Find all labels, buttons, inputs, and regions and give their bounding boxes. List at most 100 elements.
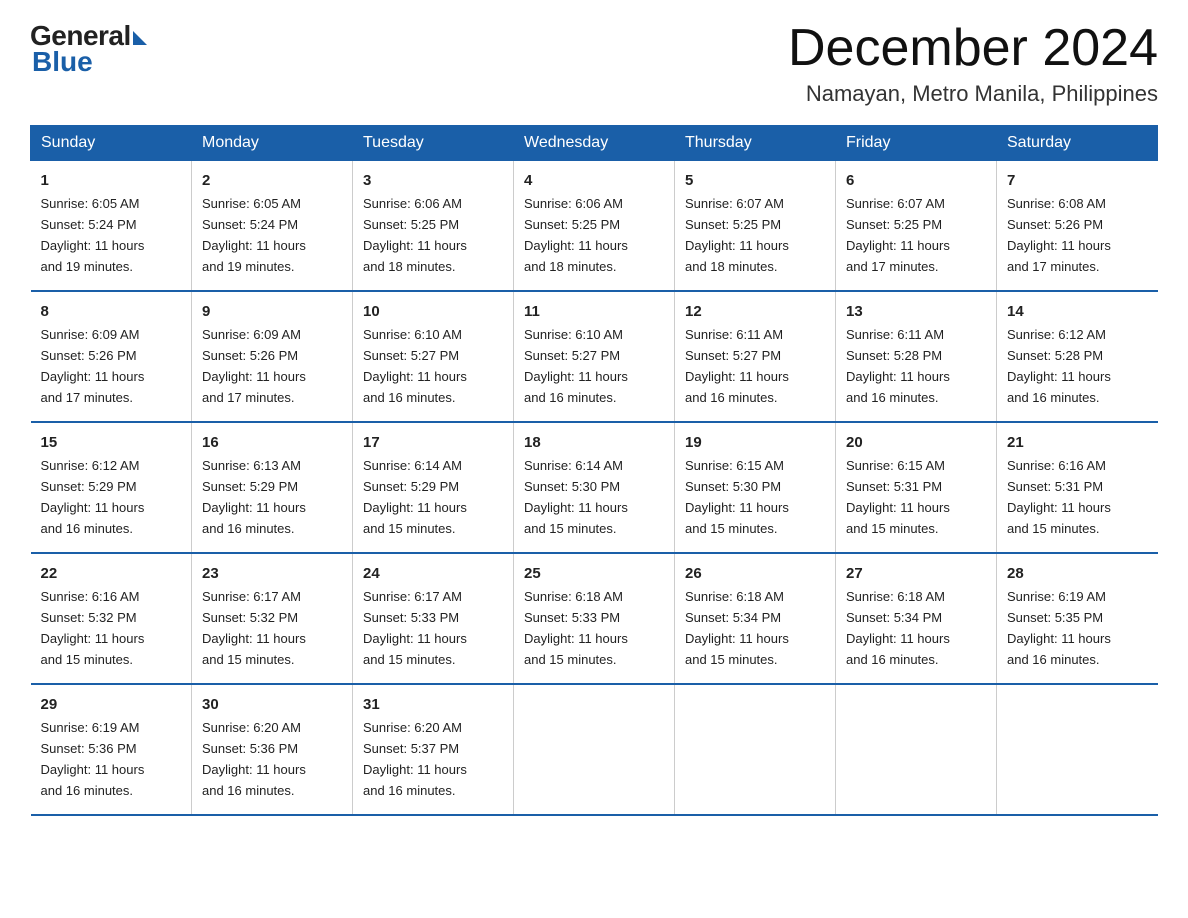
day-info: Sunrise: 6:16 AMSunset: 5:31 PMDaylight:… [1007, 458, 1111, 536]
calendar-cell [997, 684, 1158, 815]
calendar-cell: 4 Sunrise: 6:06 AMSunset: 5:25 PMDaylight… [514, 161, 675, 291]
day-info: Sunrise: 6:06 AMSunset: 5:25 PMDaylight:… [524, 196, 628, 274]
day-info: Sunrise: 6:05 AMSunset: 5:24 PMDaylight:… [41, 196, 145, 274]
day-number: 29 [41, 693, 182, 716]
calendar-cell [836, 684, 997, 815]
day-info: Sunrise: 6:20 AMSunset: 5:37 PMDaylight:… [363, 720, 467, 798]
day-info: Sunrise: 6:15 AMSunset: 5:30 PMDaylight:… [685, 458, 789, 536]
calendar-cell: 23 Sunrise: 6:17 AMSunset: 5:32 PMDayligh… [192, 553, 353, 684]
calendar-cell: 22Sunrise: 6:16 AMSunset: 5:32 PMDayligh… [31, 553, 192, 684]
calendar-cell: 18 Sunrise: 6:14 AMSunset: 5:30 PMDayligh… [514, 422, 675, 553]
calendar-cell [675, 684, 836, 815]
title-block: December 2024 Namayan, Metro Manila, Phi… [788, 20, 1158, 107]
logo: General Blue [30, 20, 147, 78]
day-number: 8 [41, 300, 182, 323]
week-row-2: 8 Sunrise: 6:09 AMSunset: 5:26 PMDaylight… [31, 291, 1158, 422]
header-day-thursday: Thursday [675, 126, 836, 161]
day-info: Sunrise: 6:12 AMSunset: 5:29 PMDaylight:… [41, 458, 145, 536]
day-info: Sunrise: 6:09 AMSunset: 5:26 PMDaylight:… [202, 327, 306, 405]
calendar-cell: 15 Sunrise: 6:12 AMSunset: 5:29 PMDayligh… [31, 422, 192, 553]
week-row-3: 15 Sunrise: 6:12 AMSunset: 5:29 PMDayligh… [31, 422, 1158, 553]
day-info: Sunrise: 6:12 AMSunset: 5:28 PMDaylight:… [1007, 327, 1111, 405]
calendar-cell: 17 Sunrise: 6:14 AMSunset: 5:29 PMDayligh… [353, 422, 514, 553]
calendar-cell: 14 Sunrise: 6:12 AMSunset: 5:28 PMDayligh… [997, 291, 1158, 422]
calendar-header: SundayMondayTuesdayWednesdayThursdayFrid… [31, 126, 1158, 161]
day-number: 28 [1007, 562, 1148, 585]
day-number: 13 [846, 300, 986, 323]
calendar-cell: 3 Sunrise: 6:06 AMSunset: 5:25 PMDaylight… [353, 161, 514, 291]
day-info: Sunrise: 6:18 AMSunset: 5:34 PMDaylight:… [846, 589, 950, 667]
day-number: 22 [41, 562, 182, 585]
day-number: 24 [363, 562, 503, 585]
day-number: 11 [524, 300, 664, 323]
calendar-cell: 19Sunrise: 6:15 AMSunset: 5:30 PMDayligh… [675, 422, 836, 553]
calendar-cell: 13 Sunrise: 6:11 AMSunset: 5:28 PMDayligh… [836, 291, 997, 422]
calendar-cell: 11 Sunrise: 6:10 AMSunset: 5:27 PMDayligh… [514, 291, 675, 422]
header-day-sunday: Sunday [31, 126, 192, 161]
day-number: 14 [1007, 300, 1148, 323]
calendar-cell: 16Sunrise: 6:13 AMSunset: 5:29 PMDayligh… [192, 422, 353, 553]
day-info: Sunrise: 6:07 AMSunset: 5:25 PMDaylight:… [846, 196, 950, 274]
calendar-cell: 26 Sunrise: 6:18 AMSunset: 5:34 PMDayligh… [675, 553, 836, 684]
day-info: Sunrise: 6:17 AMSunset: 5:33 PMDaylight:… [363, 589, 467, 667]
day-info: Sunrise: 6:11 AMSunset: 5:27 PMDaylight:… [685, 327, 789, 405]
day-info: Sunrise: 6:08 AMSunset: 5:26 PMDaylight:… [1007, 196, 1111, 274]
day-number: 18 [524, 431, 664, 454]
calendar-cell: 2Sunrise: 6:05 AMSunset: 5:24 PMDaylight… [192, 161, 353, 291]
calendar-cell: 5 Sunrise: 6:07 AMSunset: 5:25 PMDaylight… [675, 161, 836, 291]
day-number: 27 [846, 562, 986, 585]
header-day-monday: Monday [192, 126, 353, 161]
day-number: 26 [685, 562, 825, 585]
day-number: 6 [846, 169, 986, 192]
calendar-cell [514, 684, 675, 815]
day-info: Sunrise: 6:13 AMSunset: 5:29 PMDaylight:… [202, 458, 306, 536]
day-number: 7 [1007, 169, 1148, 192]
calendar-cell: 25 Sunrise: 6:18 AMSunset: 5:33 PMDayligh… [514, 553, 675, 684]
day-number: 20 [846, 431, 986, 454]
day-info: Sunrise: 6:18 AMSunset: 5:34 PMDaylight:… [685, 589, 789, 667]
calendar-cell: 1Sunrise: 6:05 AMSunset: 5:24 PMDaylight… [31, 161, 192, 291]
header-row: SundayMondayTuesdayWednesdayThursdayFrid… [31, 126, 1158, 161]
day-number: 12 [685, 300, 825, 323]
calendar-cell: 21 Sunrise: 6:16 AMSunset: 5:31 PMDayligh… [997, 422, 1158, 553]
calendar-cell: 6 Sunrise: 6:07 AMSunset: 5:25 PMDaylight… [836, 161, 997, 291]
calendar-cell: 9Sunrise: 6:09 AMSunset: 5:26 PMDaylight… [192, 291, 353, 422]
day-number: 4 [524, 169, 664, 192]
day-number: 23 [202, 562, 342, 585]
day-info: Sunrise: 6:09 AMSunset: 5:26 PMDaylight:… [41, 327, 145, 405]
day-info: Sunrise: 6:11 AMSunset: 5:28 PMDaylight:… [846, 327, 950, 405]
week-row-5: 29Sunrise: 6:19 AMSunset: 5:36 PMDayligh… [31, 684, 1158, 815]
calendar-cell: 12 Sunrise: 6:11 AMSunset: 5:27 PMDayligh… [675, 291, 836, 422]
day-number: 31 [363, 693, 503, 716]
calendar-cell: 20Sunrise: 6:15 AMSunset: 5:31 PMDayligh… [836, 422, 997, 553]
logo-blue-text: Blue [32, 46, 93, 78]
day-info: Sunrise: 6:17 AMSunset: 5:32 PMDaylight:… [202, 589, 306, 667]
day-info: Sunrise: 6:10 AMSunset: 5:27 PMDaylight:… [524, 327, 628, 405]
day-info: Sunrise: 6:06 AMSunset: 5:25 PMDaylight:… [363, 196, 467, 274]
location-text: Namayan, Metro Manila, Philippines [788, 81, 1158, 107]
page-header: General Blue December 2024 Namayan, Metr… [30, 20, 1158, 107]
week-row-4: 22Sunrise: 6:16 AMSunset: 5:32 PMDayligh… [31, 553, 1158, 684]
day-info: Sunrise: 6:14 AMSunset: 5:29 PMDaylight:… [363, 458, 467, 536]
day-number: 25 [524, 562, 664, 585]
day-info: Sunrise: 6:18 AMSunset: 5:33 PMDaylight:… [524, 589, 628, 667]
day-number: 15 [41, 431, 182, 454]
day-info: Sunrise: 6:07 AMSunset: 5:25 PMDaylight:… [685, 196, 789, 274]
day-number: 17 [363, 431, 503, 454]
header-day-saturday: Saturday [997, 126, 1158, 161]
day-info: Sunrise: 6:19 AMSunset: 5:35 PMDaylight:… [1007, 589, 1111, 667]
day-number: 21 [1007, 431, 1148, 454]
calendar-cell: 8 Sunrise: 6:09 AMSunset: 5:26 PMDaylight… [31, 291, 192, 422]
calendar-cell: 24 Sunrise: 6:17 AMSunset: 5:33 PMDayligh… [353, 553, 514, 684]
calendar-body: 1Sunrise: 6:05 AMSunset: 5:24 PMDaylight… [31, 161, 1158, 815]
calendar-cell: 28 Sunrise: 6:19 AMSunset: 5:35 PMDayligh… [997, 553, 1158, 684]
calendar-cell: 27 Sunrise: 6:18 AMSunset: 5:34 PMDayligh… [836, 553, 997, 684]
calendar-table: SundayMondayTuesdayWednesdayThursdayFrid… [30, 125, 1158, 816]
day-number: 10 [363, 300, 503, 323]
day-info: Sunrise: 6:20 AMSunset: 5:36 PMDaylight:… [202, 720, 306, 798]
day-number: 3 [363, 169, 503, 192]
day-info: Sunrise: 6:14 AMSunset: 5:30 PMDaylight:… [524, 458, 628, 536]
day-number: 5 [685, 169, 825, 192]
day-info: Sunrise: 6:05 AMSunset: 5:24 PMDaylight:… [202, 196, 306, 274]
day-number: 30 [202, 693, 342, 716]
